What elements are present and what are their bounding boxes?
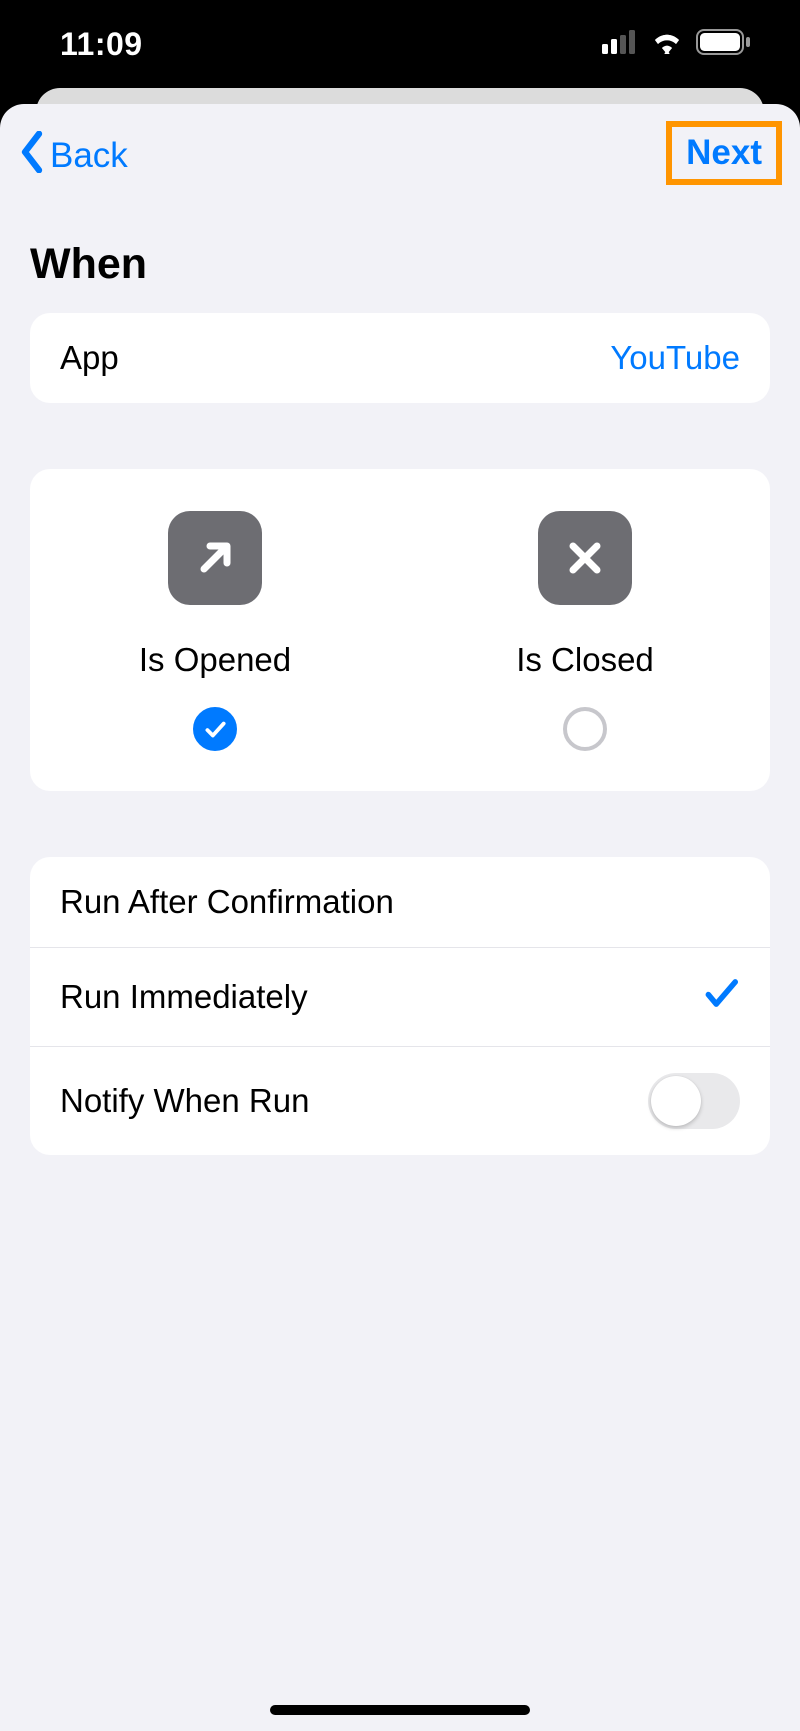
- x-icon: [538, 511, 632, 605]
- chevron-left-icon: [18, 131, 46, 182]
- run-options-card: Run After Confirmation Run Immediately N…: [30, 857, 770, 1155]
- battery-icon: [696, 29, 752, 60]
- page-title: When: [0, 204, 800, 313]
- trigger-is-opened[interactable]: Is Opened: [30, 511, 400, 751]
- app-selector-card: App YouTube: [30, 313, 770, 403]
- notify-toggle[interactable]: [648, 1073, 740, 1129]
- app-row[interactable]: App YouTube: [30, 313, 770, 403]
- trigger-card: Is Opened Is Closed: [30, 469, 770, 791]
- toggle-knob: [651, 1076, 701, 1126]
- wifi-icon: [650, 30, 684, 59]
- trigger-opened-label: Is Opened: [139, 641, 291, 679]
- run-after-confirmation-row[interactable]: Run After Confirmation: [30, 857, 770, 947]
- checkmark-icon: [702, 974, 740, 1020]
- back-label: Back: [50, 136, 128, 176]
- status-time: 11:09: [60, 26, 143, 63]
- status-bar: 11:09: [0, 0, 800, 88]
- trigger-closed-label: Is Closed: [516, 641, 654, 679]
- trigger-closed-radio[interactable]: [563, 707, 607, 751]
- run-immediately-label: Run Immediately: [60, 978, 308, 1016]
- cellular-icon: [602, 30, 638, 59]
- run-after-confirmation-label: Run After Confirmation: [60, 883, 394, 921]
- modal-sheet: Back Next When App YouTube Is Op: [0, 104, 800, 1731]
- home-indicator: [270, 1705, 530, 1715]
- run-immediately-row[interactable]: Run Immediately: [30, 947, 770, 1046]
- nav-bar: Back Next: [0, 104, 800, 204]
- notify-when-run-row: Notify When Run: [30, 1046, 770, 1155]
- status-icons: [602, 29, 752, 60]
- notify-when-run-label: Notify When Run: [60, 1082, 309, 1120]
- back-button[interactable]: Back: [18, 127, 128, 182]
- arrow-out-icon: [168, 511, 262, 605]
- trigger-is-closed[interactable]: Is Closed: [400, 511, 770, 751]
- app-row-value: YouTube: [610, 339, 740, 377]
- next-button-highlight: Next: [666, 121, 782, 185]
- next-button[interactable]: Next: [686, 133, 762, 173]
- app-row-label: App: [60, 339, 119, 377]
- trigger-opened-radio[interactable]: [193, 707, 237, 751]
